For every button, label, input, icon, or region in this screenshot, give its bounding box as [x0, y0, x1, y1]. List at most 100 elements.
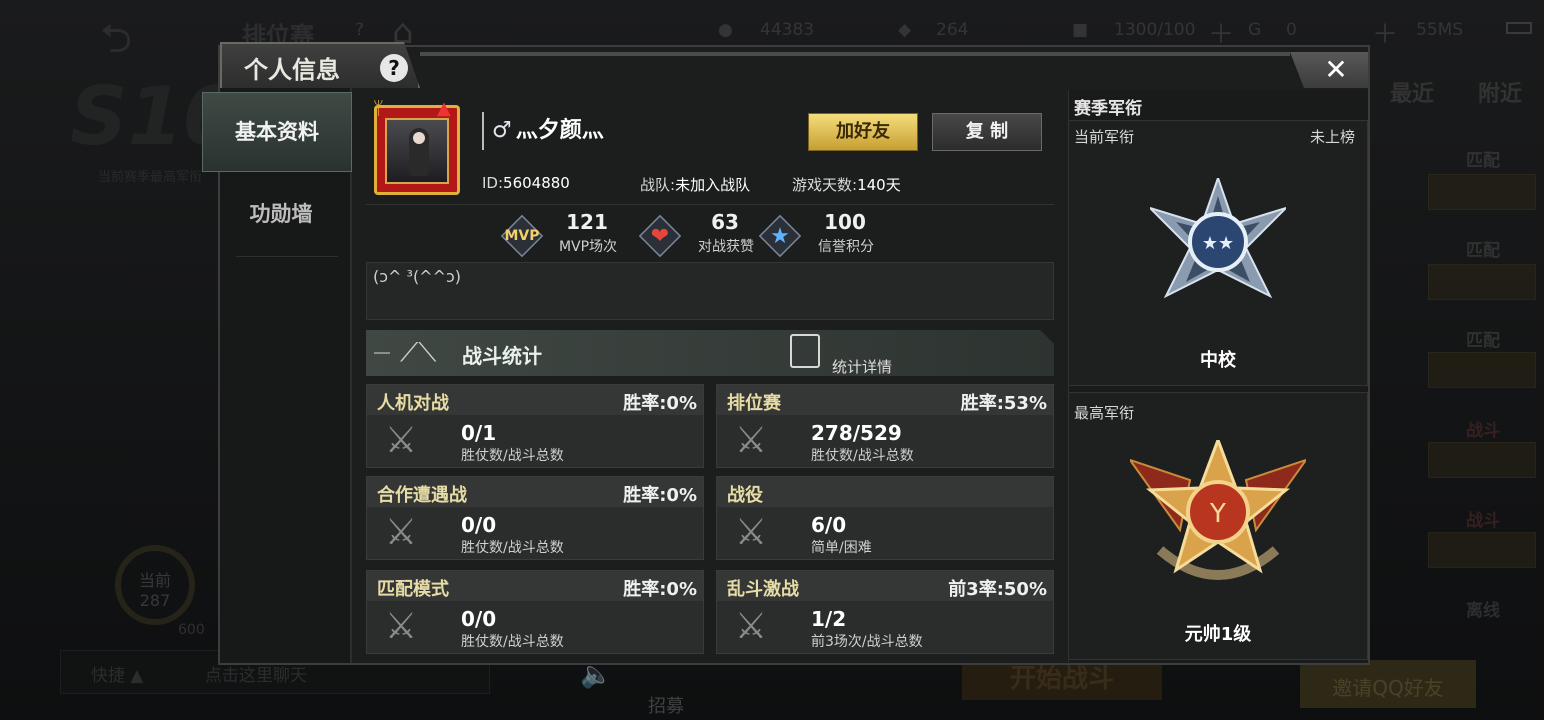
- card-rate: 胜率:0%: [623, 579, 697, 600]
- avatar[interactable]: ᛘ ▲: [373, 98, 460, 195]
- side-label: 匹配: [1466, 331, 1500, 351]
- crossed-swords-icon: ⚔: [384, 512, 418, 553]
- divider: [366, 204, 1054, 205]
- card-campaign[interactable]: 战役 ⚔ 6/0 简单/困难: [716, 476, 1054, 560]
- current-rank-label: 当前军衔: [1074, 128, 1135, 146]
- card-sub: 胜仗数/战斗总数: [461, 634, 564, 650]
- card-sub: 胜仗数/战斗总数: [461, 448, 564, 464]
- crossed-swords-icon: ⚔: [384, 606, 418, 647]
- recruit-button[interactable]: 招募: [648, 692, 684, 718]
- card-sub: 胜仗数/战斗总数: [811, 448, 914, 464]
- card-rate: 胜率:0%: [623, 485, 697, 506]
- male-icon: ♂: [492, 118, 512, 143]
- stat-label: 对战获赞: [698, 239, 754, 255]
- current-rank-name: 中校: [1200, 350, 1236, 371]
- card-value: 0/0: [461, 607, 497, 631]
- copy-button[interactable]: 复 制: [932, 113, 1042, 151]
- coupon-icon: G: [1248, 20, 1262, 40]
- antler-icon: ᛘ: [373, 98, 384, 119]
- current-rank-status: 未上榜: [1310, 128, 1356, 146]
- card-value: 1/2: [811, 607, 847, 631]
- dialog-top-line: [420, 52, 1290, 56]
- card-sub: 简单/困难: [811, 540, 872, 556]
- card-value: 0/1: [461, 421, 497, 445]
- chat-input[interactable]: 点击这里聊天: [205, 666, 307, 686]
- best-rank-label: 最高军衔: [1074, 404, 1135, 422]
- invite-qq-button[interactable]: 邀请QQ好友: [1300, 660, 1476, 708]
- add-friend-button[interactable]: 加好友: [808, 113, 918, 151]
- crossed-swords-icon: ⚔: [734, 420, 768, 461]
- tab-nearby[interactable]: 附近: [1478, 76, 1522, 108]
- back-icon[interactable]: ⮌: [100, 10, 132, 78]
- crossed-swords-icon: ⚔: [734, 512, 768, 553]
- crossed-swords-icon: ⚔: [734, 606, 768, 647]
- coupon-value: 0: [1286, 20, 1297, 40]
- add-coupon-icon[interactable]: ＋: [1372, 14, 1398, 51]
- cap-value: 1300/100: [1114, 20, 1196, 40]
- current-value: 287: [139, 591, 171, 610]
- side-label: 战斗: [1466, 511, 1500, 531]
- gold-coin-icon: ●: [718, 20, 733, 40]
- card-title: 人机对战: [377, 393, 449, 414]
- stat-value: 100: [824, 210, 866, 234]
- svg-text:Y: Y: [1209, 499, 1226, 529]
- diamond-icon: ◆: [898, 20, 912, 40]
- invite-button[interactable]: [1428, 174, 1536, 210]
- gold-value: 44383: [760, 20, 815, 40]
- invite-button[interactable]: [1428, 442, 1536, 478]
- side-label: 匹配: [1466, 151, 1500, 171]
- silver-star-badge-icon: ★★: [1150, 178, 1286, 299]
- card-pve[interactable]: 人机对战 胜率:0% ⚔ 0/1 胜仗数/战斗总数: [366, 384, 704, 468]
- card-rate: 前3率:50%: [948, 579, 1047, 600]
- nav-divider: [236, 256, 338, 257]
- rifle-icon: ⟋⟍: [400, 338, 437, 368]
- current-rank-ring: 当前 287: [115, 545, 195, 625]
- stat-likes: ❤ 63 对战获赞: [638, 208, 760, 258]
- card-title: 合作遭遇战: [377, 485, 467, 506]
- avatar-image: [385, 118, 449, 184]
- svg-text:★★: ★★: [1202, 233, 1234, 254]
- stat-value: 121: [566, 210, 608, 234]
- card-title: 匹配模式: [377, 579, 449, 600]
- stats-detail-icon[interactable]: [790, 334, 820, 368]
- card-rate: 胜率:0%: [623, 393, 697, 414]
- best-rank-name: 元帅1级: [1184, 624, 1252, 645]
- progress-max: 600: [178, 622, 205, 638]
- tab-recent[interactable]: 最近: [1390, 76, 1434, 108]
- invite-button[interactable]: [1428, 532, 1536, 568]
- invite-button[interactable]: [1428, 352, 1536, 388]
- quick-button[interactable]: 快捷 ▲: [91, 666, 143, 686]
- card-value: 278/529: [811, 421, 902, 445]
- santa-hat-icon: ▲: [437, 98, 451, 119]
- stat-value: 63: [711, 210, 739, 234]
- nav-medal-wall[interactable]: 功勋墙: [236, 198, 326, 228]
- side-label: 战斗: [1466, 421, 1500, 441]
- season-rank-title: 赛季军衔: [1074, 99, 1142, 119]
- player-days: 游戏天数:140天: [792, 176, 901, 194]
- stat-credit: ★ 100 信誉积分: [758, 208, 880, 258]
- card-brawl[interactable]: 乱斗激战 前3率:50% ⚔ 1/2 前3场次/战斗总数: [716, 570, 1054, 654]
- card-sub: 前3场次/战斗总数: [811, 634, 923, 650]
- combat-stats-header: ⟋⟍ 战斗统计 统计详情: [366, 330, 1054, 376]
- dialog-title: 个人信息: [244, 56, 340, 84]
- card-coop[interactable]: 合作遭遇战 胜率:0% ⚔ 0/0 胜仗数/战斗总数: [366, 476, 704, 560]
- background-help-icon[interactable]: ?: [355, 20, 364, 40]
- season-subtitle: 当前赛季最高军衔: [98, 170, 203, 185]
- card-match[interactable]: 匹配模式 胜率:0% ⚔ 0/0 胜仗数/战斗总数: [366, 570, 704, 654]
- help-icon[interactable]: ?: [380, 54, 408, 82]
- invite-button[interactable]: [1428, 264, 1536, 300]
- card-sub: 胜仗数/战斗总数: [461, 540, 564, 556]
- nav-basic-info[interactable]: 基本资料: [202, 92, 352, 172]
- stat-label: 信誉积分: [818, 239, 874, 255]
- battery-icon: [1506, 22, 1532, 34]
- stats-detail-link[interactable]: 统计详情: [832, 356, 892, 376]
- player-name-box: ♂ 灬夕颜灬: [482, 112, 792, 150]
- card-title: 乱斗激战: [727, 579, 799, 600]
- side-label: 离线: [1466, 601, 1500, 621]
- card-value: 0/0: [461, 513, 497, 537]
- stat-mvp: MVP 121 MVP场次: [500, 208, 622, 258]
- signature: (ↄ^ ³(^^ↄ): [366, 262, 1054, 320]
- player-team: 战队:未加入战队: [640, 176, 751, 194]
- card-ranked[interactable]: 排位赛 胜率:53% ⚔ 278/529 胜仗数/战斗总数: [716, 384, 1054, 468]
- card-title: 战役: [727, 485, 763, 506]
